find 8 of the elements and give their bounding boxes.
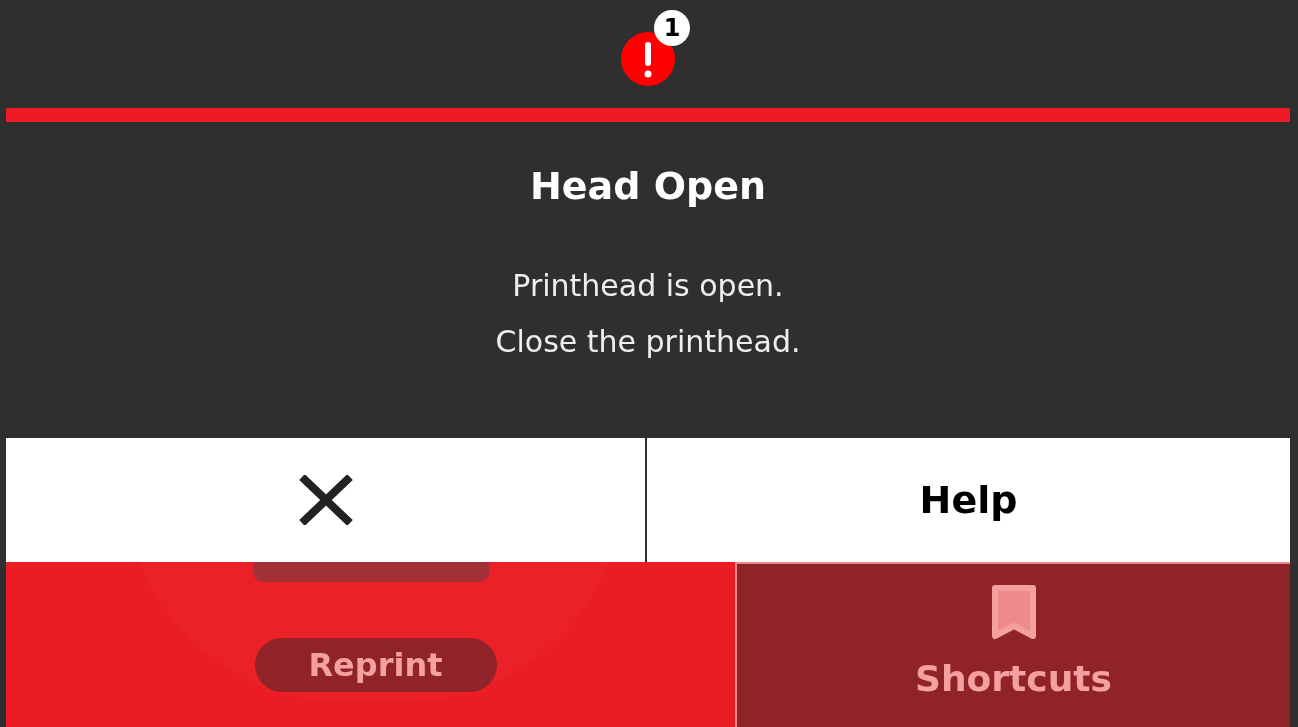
alert-message-line: Close the printhead.	[495, 323, 801, 361]
alert-title: Head Open	[530, 163, 766, 210]
close-icon	[297, 475, 354, 525]
alert-count-badge: 1	[654, 10, 690, 46]
reprint-button[interactable]: Reprint	[254, 638, 497, 692]
bookmark-icon	[990, 584, 1037, 640]
alert-message-line: Printhead is open.	[512, 267, 784, 305]
shortcuts-button[interactable]: Shortcuts	[735, 562, 1290, 727]
